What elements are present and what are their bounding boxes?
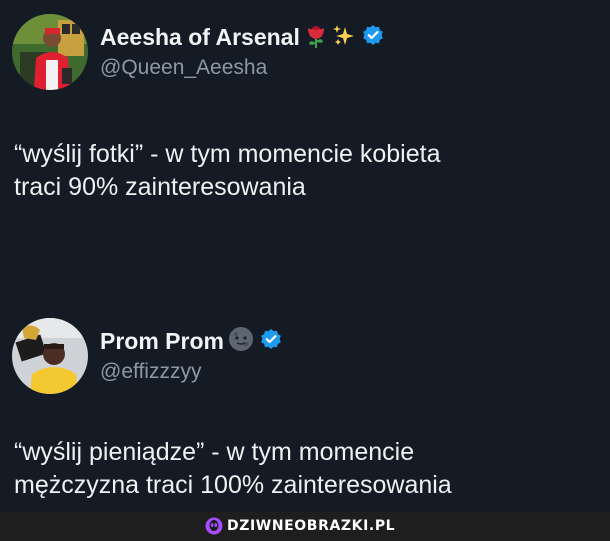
avatar-prom-prom[interactable] [12, 318, 88, 394]
tweet-text-line: traci 90% zainteresowania [14, 173, 306, 201]
tweet-header: Aeesha of Arsenal @Queen_Aeesha [0, 0, 610, 90]
new-moon-face-icon [228, 326, 254, 357]
alien-logo-icon [205, 517, 223, 535]
sparkles-icon [332, 23, 356, 52]
watermark: DZIWNEOBRAZKI.PL [205, 517, 395, 535]
verified-badge-icon [362, 24, 384, 51]
tweet-text: “wyślij fotki” - w tym momencie kobieta … [14, 138, 594, 204]
handle[interactable]: @Queen_Aeesha [100, 56, 267, 80]
tweet-text: “wyślij pieniądze” - w tym momencie mężc… [14, 436, 594, 502]
tweet-header: Prom Prom @effizzzyy [0, 312, 610, 394]
display-name[interactable]: Prom Prom [100, 328, 224, 355]
tweet-text-line: mężczyzna traci 100% zainteresowania [14, 471, 452, 499]
display-name[interactable]: Aeesha of Arsenal [100, 24, 300, 51]
watermark-text: DZIWNEOBRAZKI.PL [227, 518, 396, 534]
tweet-2: Prom Prom @effizzzyy “wyślij pieniądze” … [0, 312, 610, 499]
name-row: Aeesha of Arsenal [100, 22, 384, 53]
name-row: Prom Prom [100, 326, 282, 357]
verified-badge-icon [260, 328, 282, 355]
rose-icon [304, 22, 328, 53]
handle[interactable]: @effizzzyy [100, 360, 201, 384]
avatar-aeesha[interactable] [12, 14, 88, 90]
tweet-text-line: “wyślij pieniądze” - w tym momencie [14, 438, 415, 466]
tweet-text-line: “wyślij fotki” - w tym momencie kobieta [14, 140, 441, 168]
tweet-1: Aeesha of Arsenal @Queen_Aeesha “wyślij … [0, 0, 610, 201]
